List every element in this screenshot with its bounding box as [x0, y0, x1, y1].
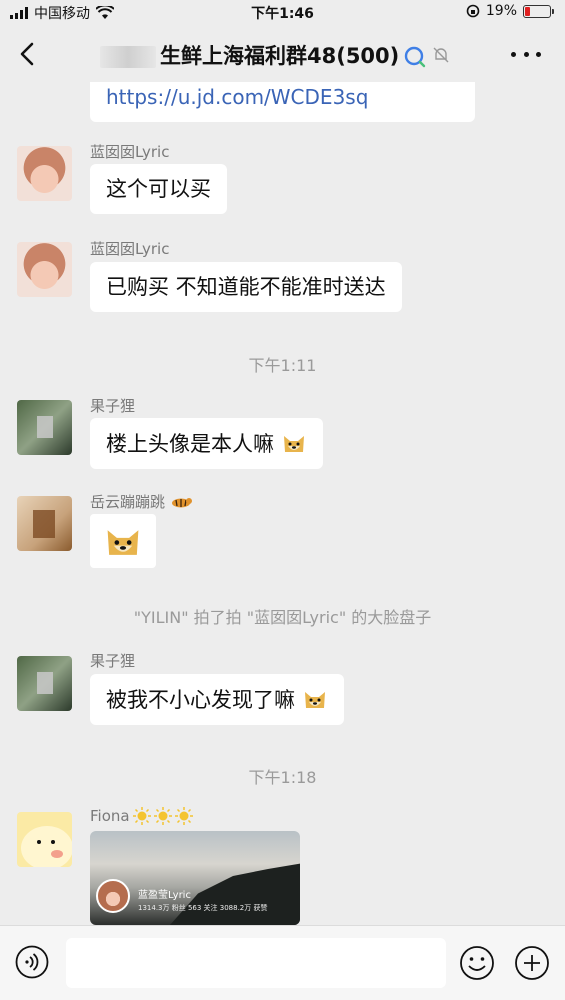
- sun-emoji-icon: [153, 807, 172, 825]
- sender-name: Fiona: [90, 807, 193, 825]
- avatar[interactable]: [17, 496, 72, 551]
- rotation-lock-icon: [466, 4, 480, 18]
- message-bubble[interactable]: 这个可以买: [90, 164, 227, 214]
- chevron-left-icon[interactable]: [16, 40, 42, 68]
- tiger-emoji-icon: [171, 498, 192, 508]
- message-input[interactable]: [66, 938, 446, 988]
- profile-stats: 1314.3万 粉丝 563 关注 3088.2万 获赞: [138, 904, 268, 912]
- nav-bar: 生鲜上海福利群48(500): [0, 26, 565, 82]
- avatar[interactable]: [17, 656, 72, 711]
- sender-name: 岳云蹦蹦跳: [90, 491, 192, 512]
- sender-name: 果子狸: [90, 652, 136, 670]
- cartoon-avatar-icon: [21, 826, 72, 867]
- message-text: 已购买 不知道能不能准时送达: [106, 275, 386, 299]
- chat-area: https://u.jd.com/WCDE3sq 蓝囡囡Lyric 这个可以买 …: [0, 82, 565, 925]
- profile-name: 蓝盈莹Lyric: [138, 890, 191, 901]
- image-message[interactable]: 蓝盈莹Lyric 1314.3万 粉丝 563 关注 3088.2万 获赞: [90, 831, 300, 925]
- input-bar: [0, 925, 565, 1000]
- message-bubble[interactable]: 楼上头像是本人嘛: [90, 418, 323, 469]
- doge-emoji-icon: [283, 436, 304, 452]
- message-text: 被我不小心发现了嘛: [106, 688, 295, 712]
- sender-name: 蓝囡囡Lyric: [90, 240, 170, 258]
- battery-percent: 19%: [485, 3, 517, 19]
- avatar[interactable]: [17, 146, 72, 201]
- message-bubble[interactable]: 已购买 不知道能不能准时送达: [90, 262, 402, 312]
- timestamp: 下午1:18: [248, 768, 317, 787]
- avatar[interactable]: [17, 242, 72, 297]
- avatar[interactable]: [17, 400, 72, 455]
- message-bubble-link[interactable]: https://u.jd.com/WCDE3sq: [90, 82, 475, 122]
- sticker-message[interactable]: [90, 514, 156, 568]
- chat-title: 生鲜上海福利群48(500): [100, 40, 451, 70]
- sun-emoji-icon: [174, 807, 193, 825]
- sender-name: 蓝囡囡Lyric: [90, 143, 170, 161]
- message-text: 这个可以买: [106, 177, 211, 201]
- message-link-text[interactable]: https://u.jd.com/WCDE3sq: [106, 85, 368, 109]
- group-chat-icon: [405, 46, 426, 68]
- timestamp: 下午1:11: [248, 356, 317, 375]
- profile-avatar: [96, 879, 130, 913]
- mute-bell-icon: [433, 47, 449, 63]
- message-bubble[interactable]: 被我不小心发现了嘛: [90, 674, 344, 725]
- title-redaction: [100, 46, 156, 68]
- sender-name: 果子狸: [90, 397, 136, 415]
- doge-emoji-icon: [304, 692, 325, 708]
- system-message: "YILIN" 拍了拍 "蓝囡囡Lyric" 的大脸盘子: [133, 608, 432, 627]
- avatar[interactable]: [17, 812, 72, 867]
- battery-icon: [523, 4, 554, 18]
- doge-sticker-icon: [107, 530, 139, 555]
- status-bar: 中国移动 下午1:46 19%: [0, 0, 565, 26]
- emoji-icon[interactable]: [459, 945, 495, 981]
- more-dots-icon[interactable]: [511, 40, 541, 68]
- message-text: 楼上头像是本人嘛: [106, 432, 274, 456]
- chat-title-text: 生鲜上海福利群48(500): [160, 44, 400, 68]
- sun-emoji-icon: [132, 807, 151, 825]
- voice-icon[interactable]: [15, 945, 49, 979]
- plus-icon[interactable]: [514, 945, 550, 981]
